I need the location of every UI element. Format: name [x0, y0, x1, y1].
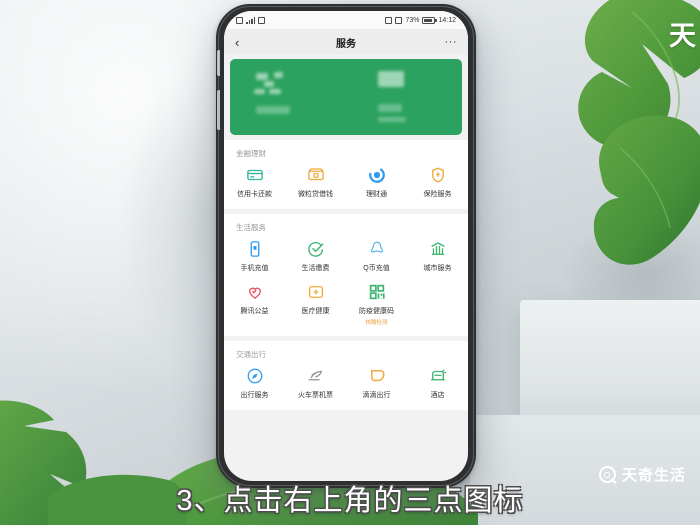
train-ticket-icon [306, 366, 326, 386]
section-title-life: 生活服务 [236, 223, 266, 232]
service-label: 医疗健康 [301, 308, 330, 315]
hotel-bed-icon [428, 366, 448, 386]
charity-heart-icon [245, 282, 265, 302]
status-bar: 73% 14:12 [224, 11, 468, 29]
service-label: 城市服务 [423, 265, 452, 272]
service-label: 保险服务 [423, 191, 452, 198]
service-label: 滴滴出行 [362, 392, 391, 399]
section-life: 生活服务 手机充值 生活缴费 Q币充值 城市服务 腾讯公益 医疗健康 防疫健康码… [224, 214, 468, 336]
grid-finance: 信用卡还款 微粒贷借钱 理财通 保险服务 [224, 165, 468, 199]
service-city-services[interactable]: 城市服务 [407, 239, 468, 273]
leaf-svg [593, 115, 700, 265]
service-label: 防疫健康码 [359, 308, 394, 315]
service-label: 信用卡还款 [237, 191, 272, 198]
message-icon [236, 16, 243, 24]
banner-blur-3 [264, 81, 274, 87]
grid-life: 手机充值 生活缴费 Q币充值 城市服务 腾讯公益 医疗健康 防疫健康码 核酸检测 [224, 239, 468, 326]
qr-health-code-icon [367, 282, 387, 302]
wallet-money-icon [306, 165, 326, 185]
city-building-icon [428, 239, 448, 259]
qq-penguin-icon [367, 239, 387, 259]
service-hotel[interactable]: 酒店 [407, 366, 468, 400]
service-qcoin-topup[interactable]: Q币充值 [346, 239, 407, 273]
banner-blur-1 [256, 73, 268, 80]
service-label: Q币充值 [363, 265, 390, 272]
didi-icon [367, 366, 387, 386]
bill-pay-check-icon [306, 239, 326, 259]
service-insurance[interactable]: 保险服务 [407, 165, 468, 199]
signal-bars-icon [246, 16, 255, 24]
service-tencent-charity[interactable]: 腾讯公益 [224, 282, 285, 326]
phone-screen: 73% 14:12 ‹ 服务 ··· 金融理财 信用卡还款 微粒贷借钱 理财通 … [224, 11, 468, 481]
promo-banner[interactable] [230, 59, 462, 135]
service-travel-services[interactable]: 出行服务 [224, 366, 285, 400]
banner-blur-4 [254, 89, 265, 94]
service-weilidai-loan[interactable]: 微粒贷借钱 [285, 165, 346, 199]
status-bar-right: 73% 14:12 [385, 16, 456, 24]
shield-icon [395, 16, 403, 24]
section-transport: 交通出行 出行服务 火车票机票 滴滴出行 酒店 [224, 341, 468, 410]
service-sublabel: 核酸检测 [365, 320, 388, 326]
grid-empty-slot [407, 282, 468, 326]
banner-blur-2 [274, 72, 283, 78]
finance-circle-icon [367, 165, 387, 185]
page-title: 服务 [336, 38, 356, 50]
service-label: 手机充值 [240, 265, 269, 272]
clock-label: 14:12 [438, 16, 456, 24]
service-label: 酒店 [430, 392, 445, 399]
mobile-topup-icon [245, 239, 265, 259]
services-content: 金融理财 信用卡还款 微粒贷借钱 理财通 保险服务 生活服务 手机充值 生活缴费… [224, 140, 468, 410]
section-finance: 金融理财 信用卡还款 微粒贷借钱 理财通 保险服务 [224, 140, 468, 209]
monstera-leaf-right-lower [590, 110, 700, 270]
service-credit-card-repay[interactable]: 信用卡还款 [224, 165, 285, 199]
service-train-flight-ticket[interactable]: 火车票机票 [285, 366, 346, 400]
status-bar-left [236, 16, 265, 24]
service-label: 出行服务 [240, 392, 269, 399]
video-icon [258, 16, 265, 24]
banner-blur-5 [269, 89, 281, 94]
credit-card-icon [245, 165, 265, 185]
section-title-transport: 交通出行 [236, 350, 266, 359]
banner-blur-6 [378, 71, 404, 87]
alarm-icon [385, 16, 393, 24]
service-didi[interactable]: 滴滴出行 [346, 366, 407, 400]
service-label: 微粒贷借钱 [298, 191, 333, 198]
section-title-finance: 金融理财 [236, 149, 266, 158]
service-label: 生活缴费 [301, 265, 330, 272]
service-mobile-topup[interactable]: 手机充值 [224, 239, 285, 273]
banner-blur-button [256, 106, 290, 114]
more-dots-icon[interactable]: ··· [445, 36, 458, 48]
service-bill-payment[interactable]: 生活缴费 [285, 239, 346, 273]
service-licaitong[interactable]: 理财通 [346, 165, 407, 199]
service-medical-health[interactable]: 医疗健康 [285, 282, 346, 326]
grid-transport: 出行服务 火车票机票 滴滴出行 酒店 [224, 366, 468, 400]
medical-cross-icon [306, 282, 326, 302]
service-health-code[interactable]: 防疫健康码 核酸检测 [346, 282, 407, 326]
compass-travel-icon [245, 366, 265, 386]
corner-watermark-char: 天 [669, 21, 696, 51]
service-label: 腾讯公益 [240, 308, 269, 315]
phone-device: 73% 14:12 ‹ 服务 ··· 金融理财 信用卡还款 微粒贷借钱 理财通 … [216, 4, 476, 488]
caption-text: 3、点击右上角的三点图标 [176, 485, 524, 517]
battery-icon [422, 16, 437, 24]
nav-bar: ‹ 服务 ··· [224, 29, 468, 55]
banner-blur-8 [378, 117, 406, 122]
insurance-shield-icon [428, 165, 448, 185]
battery-percent-label: 73% [405, 16, 420, 24]
service-label: 理财通 [366, 191, 387, 198]
banner-blur-7 [378, 104, 402, 112]
service-label: 火车票机票 [298, 392, 333, 399]
